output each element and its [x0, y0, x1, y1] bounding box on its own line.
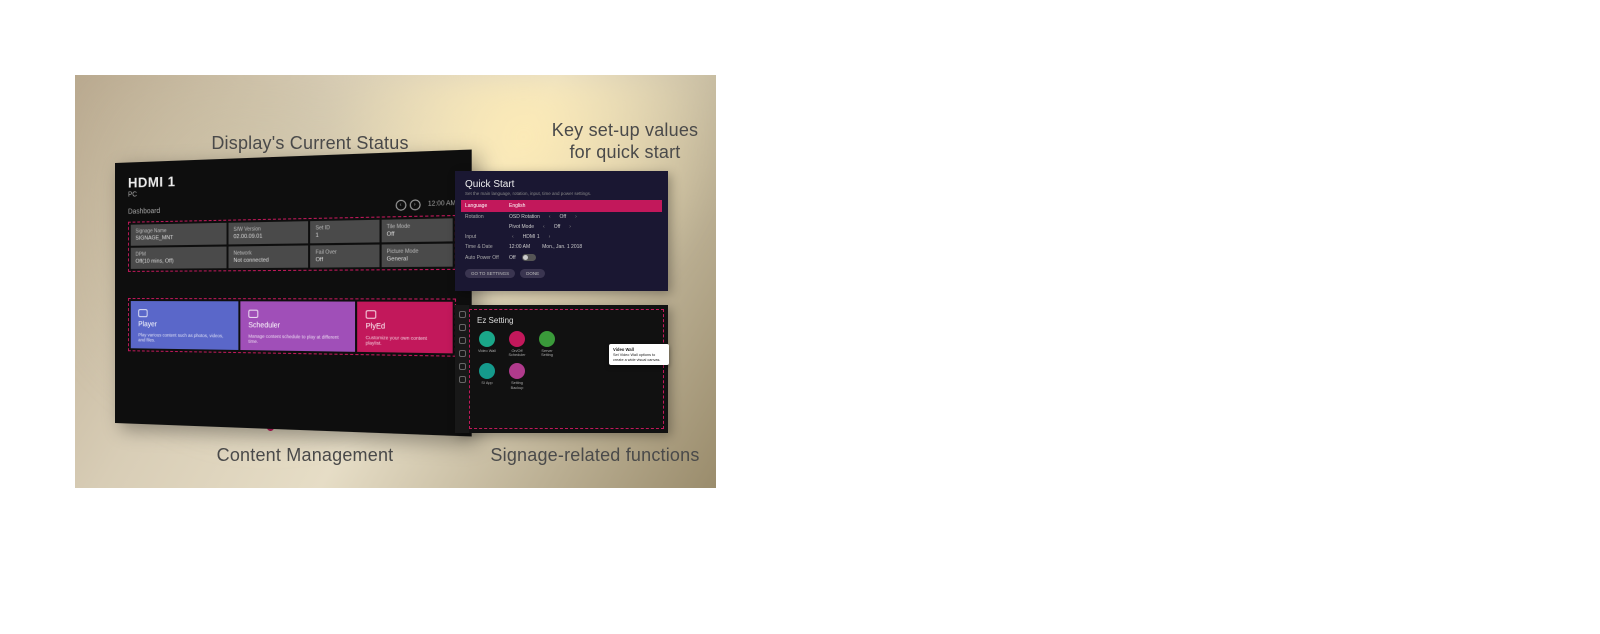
chevron-right-icon[interactable]: ›: [569, 224, 571, 230]
panel-title: Ez Setting: [477, 316, 656, 325]
ez-setting-panel: Ez Setting Video Wall On/Off Scheduler S…: [455, 305, 668, 433]
qs-row-pivot[interactable]: Pivot Mode ‹ Off ›: [465, 222, 658, 232]
clock-icon: [509, 331, 525, 347]
qs-row-language[interactable]: LanguageEnglish: [461, 200, 662, 212]
status-cell: S/W Version02.00.09.01: [228, 221, 308, 244]
status-cell: Fail OverOff: [310, 245, 379, 268]
ez-item-scheduler[interactable]: On/Off Scheduler: [507, 331, 527, 357]
nav-icon[interactable]: [459, 376, 466, 383]
clock: 12:00 AM: [428, 201, 456, 208]
section-title: Dashboard: [128, 207, 160, 215]
ez-item-server[interactable]: Server Setting: [537, 331, 557, 357]
status-cell: DPMOff(10 mins, Off): [131, 247, 227, 269]
toggle[interactable]: [522, 254, 536, 261]
annotation-quickstart: Key set-up values for quick start: [475, 120, 716, 163]
annotation-content-mgmt: Content Management: [175, 445, 435, 467]
nav-icon[interactable]: [459, 311, 466, 318]
status-cell: Tile ModeOff: [381, 218, 452, 242]
annotation-signage-fn: Signage-related functions: [455, 445, 716, 467]
panel-title: Quick Start: [465, 179, 658, 190]
qs-row-input[interactable]: Input ‹ HDMI 1 ›: [465, 232, 658, 242]
ez-item-siapp[interactable]: SI App: [477, 363, 497, 389]
ez-item-videowall[interactable]: Video Wall: [477, 331, 497, 357]
chevron-left-icon[interactable]: ‹: [543, 224, 545, 230]
tooltip: Video Wall Set Video Wall options to cre…: [609, 344, 669, 365]
status-cell: Signage NameSIGNAGE_MNT: [131, 223, 227, 246]
quick-start-panel: Quick Start Set the main language, rotat…: [455, 171, 668, 291]
app-icon: [479, 363, 495, 379]
tile-scheduler[interactable]: Scheduler Manage content schedule to pla…: [240, 301, 355, 352]
status-cell: NetworkNot connected: [228, 245, 308, 268]
display-dashboard: HDMI 1 PC Dashboard ‹ › 12:00 AM Signage…: [115, 149, 472, 436]
content-mgmt-row: Player Play various content such as phot…: [128, 298, 456, 357]
side-nav: [455, 305, 469, 433]
nav-icon[interactable]: [459, 350, 466, 357]
ez-item-backup[interactable]: Setting Backup: [507, 363, 527, 389]
nav-icon[interactable]: [459, 324, 466, 331]
panel-sub: Set the main language, rotation, input, …: [465, 191, 658, 196]
backup-icon: [509, 363, 525, 379]
goto-settings-button[interactable]: GO TO SETTINGS: [465, 269, 515, 278]
nav-icon[interactable]: [459, 337, 466, 344]
qs-row-timedate[interactable]: Time & Date 12:00 AM Mon., Jan. 1 2018: [465, 242, 658, 252]
status-grid: Signage NameSIGNAGE_MNT S/W Version02.00…: [128, 215, 456, 272]
play-icon: [138, 309, 147, 317]
chevron-left-icon[interactable]: ‹: [549, 214, 551, 220]
calendar-icon: [248, 310, 258, 318]
qs-row-autopower[interactable]: Auto Power Off Off: [465, 252, 658, 263]
chevron-left-icon[interactable]: ‹: [512, 234, 514, 240]
server-icon: [539, 331, 555, 347]
list-icon: [366, 310, 377, 319]
grid-icon: [479, 331, 495, 347]
next-icon[interactable]: ›: [409, 199, 420, 210]
qs-row-rotation[interactable]: Rotation OSD Rotation ‹ Off ›: [465, 212, 658, 222]
status-cell: Picture ModeGeneral: [381, 244, 452, 268]
promo-stage: Display's Current Status Key set-up valu…: [75, 75, 716, 488]
chevron-right-icon[interactable]: ›: [575, 214, 577, 220]
status-cell: Set ID1: [310, 220, 379, 244]
chevron-right-icon[interactable]: ›: [549, 234, 551, 240]
nav-icon[interactable]: [459, 363, 466, 370]
prev-icon[interactable]: ‹: [395, 200, 406, 211]
tile-player[interactable]: Player Play various content such as phot…: [131, 301, 239, 350]
tile-plyed[interactable]: PlyEd Customize your own content playlis…: [357, 302, 453, 354]
done-button[interactable]: DONE: [520, 269, 545, 278]
